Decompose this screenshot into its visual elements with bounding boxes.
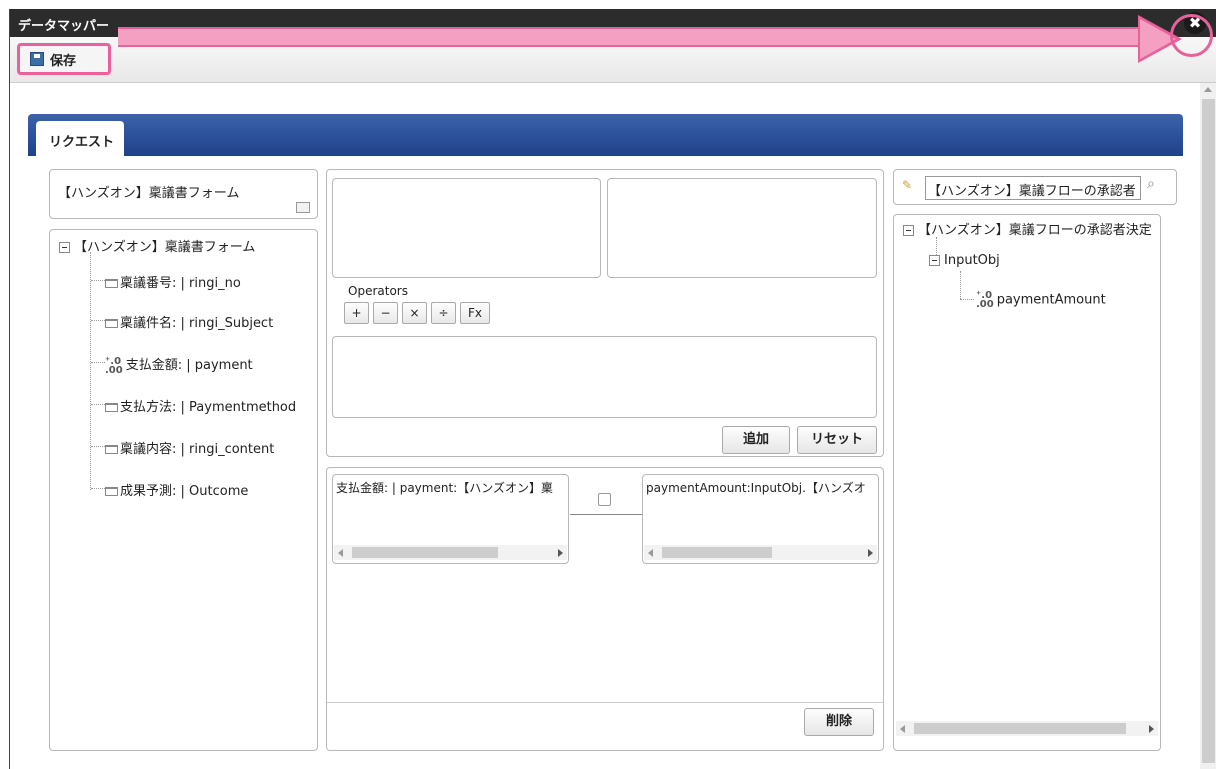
plus-button[interactable]: +: [344, 302, 369, 324]
tree-item[interactable]: 稟議番号: | ringi_no: [91, 272, 241, 291]
mapping-connector-line: [570, 514, 642, 515]
operators-group: + − × ÷ Fx: [344, 302, 504, 326]
scroll-thumb[interactable]: [914, 723, 1126, 734]
operators-label: Operators: [348, 284, 408, 298]
field-icon: [105, 279, 118, 288]
window-title: データマッパー: [18, 19, 110, 34]
field-icon: [105, 487, 118, 496]
tree-item[interactable]: ⁺.0.00 支払金額: | payment: [91, 354, 253, 375]
tree-item[interactable]: 支払方法: | Paymentmethod: [91, 396, 296, 415]
number-icon: ⁺.0.00: [976, 290, 994, 310]
tab-request[interactable]: リクエスト: [36, 121, 124, 157]
delete-button[interactable]: 削除: [804, 708, 874, 736]
horizontal-scrollbar[interactable]: [644, 545, 877, 560]
source-tree-root[interactable]: 【ハンズオン】稟議書フォーム: [59, 236, 255, 255]
scroll-right-arrow-icon[interactable]: [1149, 725, 1154, 733]
expression-textarea[interactable]: [332, 336, 877, 418]
function-button[interactable]: Fx: [460, 302, 490, 324]
horizontal-scrollbar[interactable]: [896, 721, 1158, 736]
target-search-input[interactable]: 【ハンズオン】稟議フローの承認者: [925, 176, 1141, 200]
floppy-disk-icon: [30, 52, 44, 66]
mapping-target-box[interactable]: paymentAmount:InputObj.【ハンズオ: [642, 474, 879, 564]
multiply-button[interactable]: ×: [402, 302, 427, 324]
number-icon: ⁺.0.00: [105, 355, 123, 376]
divide-button[interactable]: ÷: [431, 302, 456, 324]
mapping-target-text: paymentAmount:InputObj.【ハンズオ: [646, 481, 866, 495]
scroll-thumb[interactable]: [662, 547, 772, 558]
mapping-checkbox[interactable]: [598, 493, 611, 506]
target-tree-panel: 【ハンズオン】稟議フローの承認者決定 InputObj ⁺.0.00 paymen…: [893, 214, 1161, 751]
mapping-panel: 支払金額: | payment:【ハンズオン】稟 paymentAmount:I…: [326, 467, 884, 751]
mapping-source-text: 支払金額: | payment:【ハンズオン】稟: [336, 481, 553, 495]
minus-button[interactable]: −: [373, 302, 398, 324]
source-form-title: 【ハンズオン】稟議書フォーム: [58, 186, 240, 201]
collapse-icon[interactable]: [929, 255, 940, 266]
scroll-up-arrow-icon[interactable]: [1204, 87, 1212, 92]
expression-panel: Operators + − × ÷ Fx 追加 リセット: [326, 169, 884, 457]
field-icon: [105, 445, 118, 454]
tree-node-inputobj[interactable]: InputObj: [929, 253, 1000, 268]
tab-bar: リクエスト: [28, 114, 1183, 157]
add-button[interactable]: 追加: [722, 426, 790, 454]
scroll-right-arrow-icon[interactable]: [868, 549, 873, 557]
magic-wand-icon[interactable]: ✎: [902, 178, 912, 192]
mapping-source-box[interactable]: 支払金額: | payment:【ハンズオン】稟: [332, 474, 569, 564]
scroll-left-arrow-icon[interactable]: [648, 549, 653, 557]
scroll-left-arrow-icon[interactable]: [338, 549, 343, 557]
form-select-icon[interactable]: [296, 202, 310, 213]
close-button[interactable]: ✖: [1184, 12, 1206, 34]
scroll-right-arrow-icon[interactable]: [558, 549, 563, 557]
vertical-scrollbar[interactable]: [1200, 83, 1216, 769]
main-content: リクエスト 【ハンズオン】稟議書フォーム 【ハンズオン】稟議書フォーム 稟議番号…: [10, 89, 1200, 769]
field-icon: [105, 319, 118, 328]
search-icon[interactable]: ⌕: [1147, 176, 1155, 192]
save-label: 保存: [50, 53, 77, 69]
tree-item[interactable]: ⁺.0.00 paymentAmount: [976, 290, 1106, 310]
save-button[interactable]: 保存: [17, 43, 111, 75]
expression-left-box[interactable]: [332, 178, 601, 278]
data-mapper-window: データマッパー 保存 ✖ リクエスト 【ハンズオン】稟議書フォーム 【ハンズオン…: [9, 9, 1216, 769]
scroll-thumb[interactable]: [1202, 99, 1215, 763]
source-form-header: 【ハンズオン】稟議書フォーム: [49, 169, 318, 219]
expression-right-box[interactable]: [607, 178, 877, 278]
reset-button[interactable]: リセット: [797, 426, 877, 454]
horizontal-scrollbar[interactable]: [334, 545, 567, 560]
collapse-icon[interactable]: [59, 242, 70, 253]
tree-item[interactable]: 稟議内容: | ringi_content: [91, 438, 274, 457]
field-icon: [105, 403, 118, 412]
tree-item[interactable]: 成果予測: | Outcome: [91, 480, 248, 499]
scroll-left-arrow-icon[interactable]: [900, 725, 905, 733]
source-tree-panel: 【ハンズオン】稟議書フォーム 稟議番号: | ringi_no 稟議件名: | …: [49, 229, 318, 751]
target-tree-root[interactable]: 【ハンズオン】稟議フローの承認者決定: [903, 219, 1152, 238]
collapse-icon[interactable]: [903, 225, 914, 236]
annotation-arrow: [118, 27, 1148, 47]
target-search-bar: ✎ 【ハンズオン】稟議フローの承認者 ⌕: [893, 169, 1177, 205]
scroll-thumb[interactable]: [352, 547, 498, 558]
tree-item[interactable]: 稟議件名: | ringi_Subject: [91, 312, 273, 331]
